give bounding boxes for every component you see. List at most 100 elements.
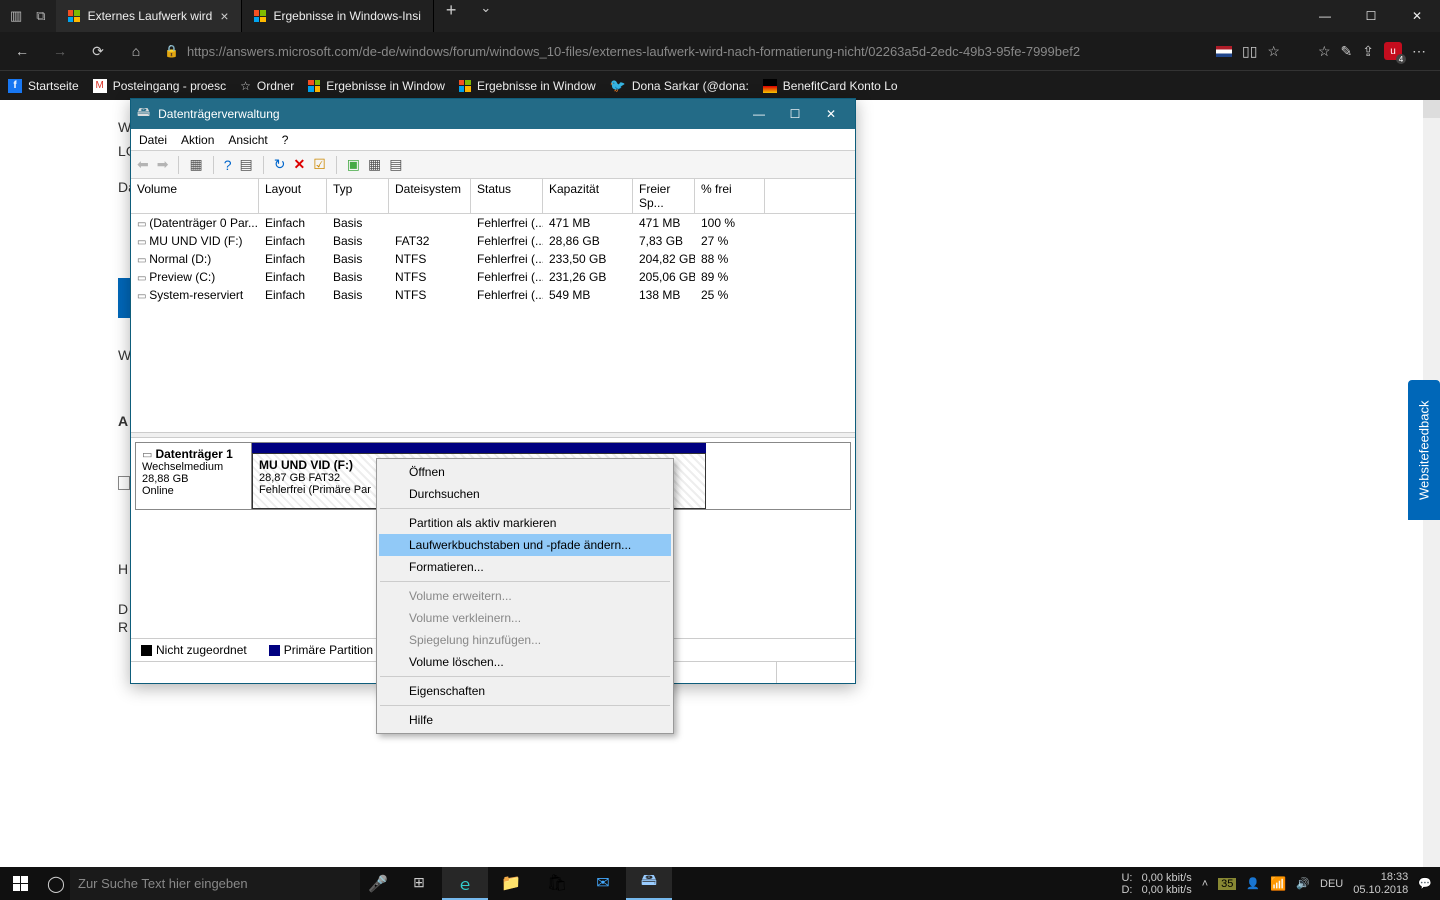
bookmark-item[interactable]: Ergebnisse in Window xyxy=(308,79,445,93)
temperature-badge[interactable]: 35 xyxy=(1218,878,1236,890)
tab-chevron-icon[interactable]: ⌄ xyxy=(468,0,503,32)
search-input[interactable]: Zur Suche Text hier eingeben xyxy=(70,867,360,900)
column-header[interactable]: Typ xyxy=(327,179,389,213)
ctx-format[interactable]: Formatieren... xyxy=(379,556,671,578)
table-row[interactable]: MU UND VID (F:)EinfachBasisFAT32Fehlerfr… xyxy=(131,232,855,250)
task-view-icon[interactable]: ⊞ xyxy=(396,867,442,900)
taskbar-app-store[interactable]: 🛍 xyxy=(534,867,580,900)
window-close-button[interactable]: ✕ xyxy=(813,99,849,129)
page-button[interactable] xyxy=(118,278,130,318)
bookmarks-bar: fStartseite MPosteingang - proesc ☆Ordne… xyxy=(0,70,1440,100)
cortana-icon[interactable]: ◯ xyxy=(42,867,70,900)
taskbar-app-explorer[interactable]: 📁 xyxy=(488,867,534,900)
menu-action[interactable]: Aktion xyxy=(181,133,214,147)
ctx-properties[interactable]: Eigenschaften xyxy=(379,680,671,702)
bookmark-item[interactable]: 🐦Dona Sarkar (@dona: xyxy=(610,78,749,94)
ublock-icon[interactable]: u xyxy=(1384,42,1402,60)
clock[interactable]: 18:3305.10.2018 xyxy=(1353,871,1408,897)
table-row[interactable]: (Datenträger 0 Par...EinfachBasisFehlerf… xyxy=(131,214,855,232)
reading-view-icon[interactable]: ▯▯ xyxy=(1242,43,1257,60)
ms-icon xyxy=(459,80,471,92)
table-row[interactable]: Normal (D:)EinfachBasisNTFSFehlerfrei (.… xyxy=(131,250,855,268)
home-button[interactable]: ⌂ xyxy=(120,35,152,67)
column-header[interactable]: Freier Sp... xyxy=(633,179,695,213)
column-header[interactable]: Status xyxy=(471,179,543,213)
table-row[interactable]: Preview (C:)EinfachBasisNTFSFehlerfrei (… xyxy=(131,268,855,286)
browser-tab-1[interactable]: Ergebnisse in Windows-Insi xyxy=(242,0,434,32)
share-icon[interactable]: ⇪ xyxy=(1362,43,1374,60)
ctx-open[interactable]: Öffnen xyxy=(379,461,671,483)
column-header[interactable]: Volume xyxy=(131,179,259,213)
taskbar-app-mail[interactable]: ✉ xyxy=(580,867,626,900)
window-maximize-button[interactable]: ☐ xyxy=(777,99,813,129)
tray-chevron-icon[interactable]: ˄ xyxy=(1202,878,1208,890)
wifi-icon[interactable]: 📶 xyxy=(1270,876,1286,892)
network-speed[interactable]: U: 0,00 kbit/s D: 0,00 kbit/s xyxy=(1121,872,1191,896)
table-row[interactable]: System-reserviertEinfachBasisNTFSFehlerf… xyxy=(131,286,855,304)
action-center-icon[interactable]: 💬 xyxy=(1418,877,1432,890)
bookmark-item[interactable]: ☆Ordner xyxy=(240,79,294,93)
start-button[interactable] xyxy=(0,867,42,900)
window-minimize-button[interactable]: ― xyxy=(741,99,777,129)
menu-view[interactable]: Ansicht xyxy=(228,133,267,147)
flag-icon[interactable] xyxy=(1216,46,1232,57)
disk-info-panel[interactable]: ▭ Datenträger 1 Wechselmedium 28,88 GB O… xyxy=(136,443,252,509)
people-icon[interactable]: 👤 xyxy=(1246,877,1260,890)
feedback-tab[interactable]: Websitefeedback xyxy=(1408,380,1440,520)
tab-close-icon[interactable]: × xyxy=(220,8,228,24)
ctx-mark-active[interactable]: Partition als aktiv markieren xyxy=(379,512,671,534)
window-close-button[interactable]: ✕ xyxy=(1394,0,1440,32)
bookmark-item[interactable]: fStartseite xyxy=(8,79,79,93)
window-titlebar[interactable]: 🖴 Datenträgerverwaltung ― ☐ ✕ xyxy=(131,99,855,129)
back-icon[interactable]: ⬅ xyxy=(137,156,149,173)
tab-title: Externes Laufwerk wird xyxy=(88,9,213,23)
page-checkbox[interactable] xyxy=(118,476,130,490)
properties-icon[interactable]: ☑ xyxy=(313,156,326,173)
url-field[interactable]: 🔒 https://answers.microsoft.com/de-de/wi… xyxy=(158,44,1210,59)
folder-icon: ☆ xyxy=(240,79,251,93)
bookmark-item[interactable]: MPosteingang - proesc xyxy=(93,79,226,93)
language-indicator[interactable]: DEU xyxy=(1320,878,1343,890)
mic-icon[interactable]: 🎤 xyxy=(360,874,396,894)
column-header[interactable]: % frei xyxy=(695,179,765,213)
toolbar-icon[interactable]: ▦ xyxy=(189,156,202,173)
toolbar: ⬅ ➡ ▦ ? ▤ ↻ ✕ ☑ ▣ ▦ ▤ xyxy=(131,151,855,179)
forward-icon[interactable]: ➡ xyxy=(157,156,169,173)
help-icon[interactable]: ? xyxy=(224,157,232,173)
refresh-icon[interactable]: ↻ xyxy=(274,156,286,173)
taskbar-app-edge[interactable]: ｅ xyxy=(442,867,488,900)
ctx-help[interactable]: Hilfe xyxy=(379,709,671,731)
refresh-button[interactable]: ⟳ xyxy=(82,35,114,67)
bookmark-item[interactable]: Ergebnisse in Window xyxy=(459,79,596,93)
bookmark-item[interactable]: BenefitCard Konto Lo xyxy=(763,79,898,93)
window-title: Datenträgerverwaltung xyxy=(158,107,279,121)
ctx-change-letter[interactable]: Laufwerkbuchstaben und -pfade ändern... xyxy=(379,534,671,556)
more-icon[interactable]: ⋯ xyxy=(1412,43,1426,60)
delete-icon[interactable]: ✕ xyxy=(293,156,305,173)
taskbar-app-diskmgmt[interactable]: 🖴 xyxy=(626,867,672,900)
gmail-icon: M xyxy=(93,79,107,93)
menu-file[interactable]: Datei xyxy=(139,133,167,147)
ctx-browse[interactable]: Durchsuchen xyxy=(379,483,671,505)
partition-info: 28,87 GB FAT32 xyxy=(259,472,340,484)
column-header[interactable]: Layout xyxy=(259,179,327,213)
volume-icon[interactable]: 🔊 xyxy=(1296,877,1310,890)
window-minimize-button[interactable]: ― xyxy=(1302,0,1348,32)
window-maximize-button[interactable]: ☐ xyxy=(1348,0,1394,32)
toolbar-icon[interactable]: ▤ xyxy=(240,156,253,173)
new-tab-button[interactable]: + xyxy=(434,0,469,32)
browser-tab-0[interactable]: Externes Laufwerk wird × xyxy=(56,0,242,32)
notes-icon[interactable]: ✎ xyxy=(1341,43,1353,60)
toolbar-icon[interactable]: ▤ xyxy=(389,156,402,173)
menu-help[interactable]: ? xyxy=(282,133,289,147)
toolbar-icon[interactable]: ▦ xyxy=(368,156,381,173)
tabs-aside-icon[interactable]: ⧉ xyxy=(36,8,45,24)
favorite-icon[interactable]: ☆ xyxy=(1267,43,1280,60)
tabs-thumbnail-icon[interactable]: ▥ xyxy=(10,8,22,24)
favorites-star-icon[interactable]: ☆ xyxy=(1318,43,1331,60)
back-button[interactable]: ← xyxy=(6,35,38,67)
ctx-delete[interactable]: Volume löschen... xyxy=(379,651,671,673)
column-header[interactable]: Dateisystem xyxy=(389,179,471,213)
column-header[interactable]: Kapazität xyxy=(543,179,633,213)
toolbar-icon[interactable]: ▣ xyxy=(347,156,360,173)
